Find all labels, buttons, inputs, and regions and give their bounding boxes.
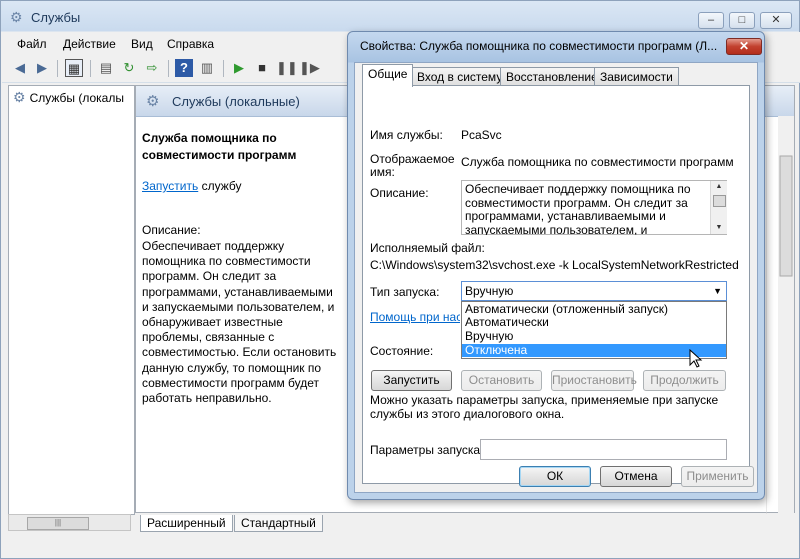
startup-option-auto[interactable]: Автоматически	[462, 316, 726, 329]
toolbar-separator	[90, 60, 91, 77]
properties-list-icon[interactable]: ▤	[97, 59, 115, 77]
list-column-edge	[766, 116, 794, 514]
startup-type-value: Вручную	[465, 284, 514, 298]
startup-type-label: Тип запуска:	[370, 285, 440, 299]
scroll-up-icon[interactable]: ▲	[711, 181, 727, 193]
details-header-title: Службы (локальные)	[172, 94, 300, 109]
service-start-row: Запустить службу	[142, 179, 241, 193]
export-list-icon[interactable]: ⇨	[143, 59, 161, 77]
services-gear-icon: ⚙	[13, 89, 26, 105]
console-tree-panel: ⚙ Службы (локалы	[8, 85, 135, 515]
tab-general[interactable]: Общие	[362, 64, 414, 87]
action-pane-icon[interactable]: ▥	[198, 59, 216, 77]
display-name-value: Служба помощника по совместимости програ…	[461, 155, 734, 169]
pause-button[interactable]: Приостановить	[551, 370, 637, 391]
startup-option-disabled[interactable]: Отключена	[462, 344, 726, 357]
scroll-down-icon[interactable]: ▼	[711, 222, 727, 234]
tab-standard[interactable]: Стандартный	[234, 515, 323, 532]
description-text: Обеспечивает поддержку помощника по совм…	[465, 183, 691, 235]
main-titlebar[interactable]: ⚙ Службы – □ ✕	[1, 1, 799, 32]
help-icon[interactable]: ?	[175, 59, 193, 77]
service-name-label: Имя службы:	[370, 128, 443, 142]
stop-button[interactable]: Остановить	[461, 370, 542, 391]
startup-option-manual[interactable]: Вручную	[462, 330, 726, 343]
back-arrow-icon[interactable]: ◀	[11, 59, 29, 77]
ok-button[interactable]: ОК	[519, 466, 591, 487]
menu-action[interactable]: Действие	[63, 37, 116, 51]
refresh-icon[interactable]: ↻	[120, 59, 138, 77]
description-box[interactable]: Обеспечивает поддержку помощника по совм…	[461, 180, 727, 235]
minimize-button[interactable]: –	[698, 12, 724, 29]
services-gear-icon: ⚙	[146, 93, 160, 110]
tab-logon[interactable]: Вход в систему	[411, 67, 509, 86]
forward-arrow-icon[interactable]: ▶	[33, 59, 51, 77]
services-gear-icon: ⚙	[10, 9, 23, 25]
toolbar-separator	[57, 60, 58, 77]
tree-item-label: Службы (локалы	[29, 91, 124, 105]
dialog-body: Общие Вход в систему Восстановление Зави…	[354, 62, 758, 493]
general-tab-page: Имя службы: PcaSvc Отображаемое имя: Слу…	[362, 85, 750, 484]
resume-button[interactable]: Продолжить	[643, 370, 726, 391]
tab-recovery[interactable]: Восстановление	[500, 67, 604, 86]
menu-help[interactable]: Справка	[167, 37, 214, 51]
play-icon[interactable]: ▶	[230, 59, 248, 77]
horizontal-scrollbar[interactable]: |||	[8, 514, 131, 531]
console-tree-icon[interactable]: ▦	[65, 59, 83, 77]
tree-item-services-local[interactable]: ⚙ Службы (локалы	[13, 89, 124, 106]
state-label: Состояние:	[370, 344, 434, 358]
dialog-close-button[interactable]: ✕	[726, 38, 762, 55]
exe-path-label: Исполняемый файл:	[370, 241, 485, 255]
startup-type-dropdown: Автоматически (отложенный запуск) Автома…	[461, 301, 727, 359]
pause-icon[interactable]: ❚❚	[276, 59, 298, 77]
start-service-link[interactable]: Запустить	[142, 179, 198, 193]
start-button[interactable]: Запустить	[371, 370, 452, 391]
description-label: Описание:	[370, 186, 429, 200]
scrollbar-thumb[interactable]	[713, 195, 726, 207]
startup-params-label: Параметры запуска:	[370, 443, 484, 457]
bottom-tab-bar: ||| Расширенный Стандартный	[8, 513, 795, 535]
service-name-heading: Служба помощника по совместимости програ…	[142, 131, 297, 162]
service-properties-dialog: Свойства: Служба помощника по совместимо…	[347, 31, 765, 500]
dialog-title: Свойства: Служба помощника по совместимо…	[360, 39, 718, 53]
display-name-label-line2: имя:	[370, 165, 395, 179]
toolbar-separator	[168, 60, 169, 77]
tab-dependencies[interactable]: Зависимости	[594, 67, 679, 86]
chevron-down-icon: ▼	[713, 286, 722, 296]
startup-params-input[interactable]	[480, 439, 727, 460]
menu-view[interactable]: Вид	[131, 37, 153, 51]
service-name-value: PcaSvc	[461, 128, 502, 142]
menu-file[interactable]: Файл	[17, 37, 47, 51]
exe-path-value: C:\Windows\system32\svchost.exe -k Local…	[370, 258, 739, 272]
toolbar-separator	[223, 60, 224, 77]
close-button[interactable]: ✕	[760, 12, 792, 29]
startup-type-select[interactable]: Вручную ▼	[461, 281, 727, 301]
apply-button[interactable]: Применить	[681, 466, 754, 487]
description-scrollbar[interactable]: ▲ ▼	[710, 181, 727, 234]
cancel-button[interactable]: Отмена	[600, 466, 672, 487]
display-name-label: Отображаемое	[370, 152, 455, 166]
maximize-button[interactable]: □	[729, 12, 755, 29]
restart-icon[interactable]: ❚▶	[299, 59, 320, 77]
service-description-label: Описание:	[142, 223, 201, 237]
tab-extended[interactable]: Расширенный	[140, 515, 233, 532]
stop-icon[interactable]: ■	[253, 59, 271, 77]
main-window-title: Службы	[31, 10, 81, 25]
scrollbar-thumb[interactable]: |||	[27, 517, 89, 530]
startup-params-note: Можно указать параметры запуска, применя…	[370, 393, 719, 421]
service-description-text: Обеспечивает поддержку помощника по совм…	[142, 239, 337, 406]
startup-help-link[interactable]: Помощь при настройке параметров запуска	[370, 310, 460, 324]
mouse-cursor-icon	[689, 349, 703, 368]
start-service-suffix: службу	[198, 179, 242, 193]
